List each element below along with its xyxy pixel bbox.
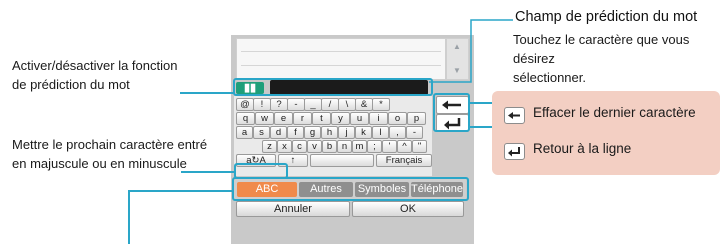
key-row1-6[interactable]: \ xyxy=(338,98,356,111)
key-row2-6[interactable]: u xyxy=(350,112,369,125)
cancel-button[interactable]: Annuler xyxy=(236,201,350,217)
key-row3-9[interactable]: , xyxy=(389,126,406,139)
key-row1-3[interactable]: - xyxy=(287,98,305,111)
bottom-button-bar: Annuler OK xyxy=(234,201,466,217)
key-row4-0[interactable]: z xyxy=(262,140,277,153)
key-row2-7[interactable]: i xyxy=(369,112,388,125)
ok-button[interactable]: OK xyxy=(352,201,464,217)
prediction-field-title: Champ de prédiction du mot xyxy=(515,9,698,25)
connector-prediction-toggle xyxy=(180,92,234,94)
legend-box: Effacer le dernier caractère Retour à la… xyxy=(492,91,720,175)
language-key[interactable]: Français xyxy=(376,154,432,167)
legend-backspace-icon xyxy=(504,107,525,124)
key-row4-8[interactable]: ' xyxy=(382,140,397,153)
key-row2-0[interactable]: q xyxy=(236,112,255,125)
key-row2-9[interactable]: p xyxy=(407,112,426,125)
connector-tabs-horizontal xyxy=(128,190,232,192)
key-row1-2[interactable]: ? xyxy=(270,98,288,111)
space-key[interactable] xyxy=(310,154,374,167)
mode-tabs-highlight xyxy=(232,177,469,201)
key-row4-4[interactable]: b xyxy=(322,140,337,153)
toggle-prediction-label: Activer/désactiver la fonction de prédic… xyxy=(12,58,178,92)
key-row4-1[interactable]: x xyxy=(277,140,292,153)
key-row3-2[interactable]: d xyxy=(270,126,287,139)
connector-tabs-vertical xyxy=(128,190,130,244)
connector-legend-bottom xyxy=(470,126,492,128)
key-row4-6[interactable]: m xyxy=(352,140,367,153)
key-row2-8[interactable]: o xyxy=(388,112,407,125)
key-row1-0[interactable]: @ xyxy=(236,98,254,111)
key-row1-5[interactable]: / xyxy=(321,98,339,111)
key-row1-1[interactable]: ! xyxy=(253,98,271,111)
key-row3-10[interactable]: - xyxy=(406,126,423,139)
key-row4-10[interactable]: " xyxy=(412,140,427,153)
key-row3-3[interactable]: f xyxy=(287,126,304,139)
key-row3-4[interactable]: g xyxy=(304,126,321,139)
key-row1-4[interactable]: _ xyxy=(304,98,322,111)
key-row3-0[interactable]: a xyxy=(236,126,253,139)
legend-enter-icon xyxy=(504,143,525,160)
key-row1-8[interactable]: * xyxy=(372,98,390,111)
key-row3-6[interactable]: j xyxy=(338,126,355,139)
key-row3-7[interactable]: k xyxy=(355,126,372,139)
key-row4-2[interactable]: c xyxy=(292,140,307,153)
key-row2-3[interactable]: r xyxy=(293,112,312,125)
key-row4-5[interactable]: n xyxy=(337,140,352,153)
key-row2-1[interactable]: w xyxy=(255,112,274,125)
prediction-highlight xyxy=(233,78,433,96)
legend-backspace-text: Effacer le dernier caractère xyxy=(533,105,696,120)
text-input-area[interactable] xyxy=(236,38,446,80)
prediction-field-description: Touchez le caractère que vous désirez sé… xyxy=(513,32,690,85)
key-row4-3[interactable]: v xyxy=(307,140,322,153)
key-row3-5[interactable]: h xyxy=(321,126,338,139)
connector-legend-top xyxy=(470,102,492,104)
key-row4-9[interactable]: ^ xyxy=(397,140,412,153)
key-row4-7[interactable]: ; xyxy=(367,140,382,153)
connector-prediction-field xyxy=(429,19,513,83)
key-row2-2[interactable]: e xyxy=(274,112,293,125)
legend-enter-text: Retour à la ligne xyxy=(533,141,632,156)
key-row3-8[interactable]: l xyxy=(372,126,389,139)
key-row2-5[interactable]: y xyxy=(331,112,350,125)
key-row3-1[interactable]: s xyxy=(253,126,270,139)
key-row1-7[interactable]: & xyxy=(355,98,373,111)
shift-case-label: Mettre le prochain caractère entré en ma… xyxy=(12,137,208,171)
key-row2-4[interactable]: t xyxy=(312,112,331,125)
edit-keys-highlight xyxy=(433,93,470,132)
